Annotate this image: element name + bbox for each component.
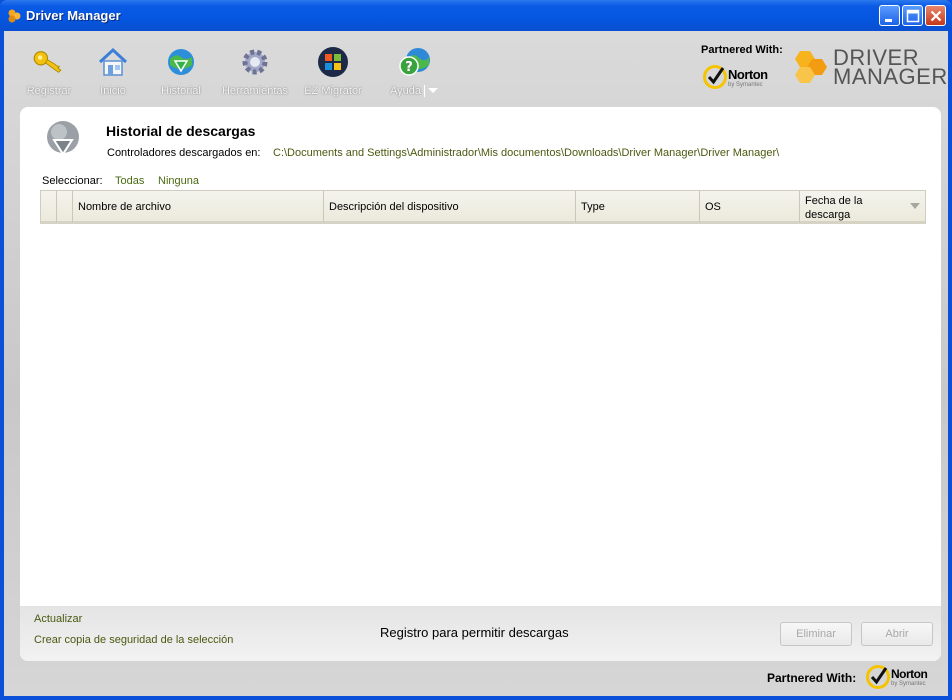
client-area: Registrar Inicio Historial Herramientas … (4, 31, 948, 696)
norton-logo: Norton by Symantec (703, 65, 768, 89)
norton-subtitle: by Symantec (728, 81, 763, 88)
window-title: Driver Manager (26, 8, 121, 23)
download-path-label: Controladores descargados en: (107, 147, 261, 159)
norton-wordmark: Norton (728, 66, 768, 82)
column-header-os[interactable]: OS (700, 191, 800, 222)
chevron-down-icon[interactable] (424, 85, 439, 98)
norton-wordmark: Norton (891, 667, 928, 681)
checkbox-column[interactable] (57, 191, 73, 222)
download-path-link[interactable]: C:\Documents and Settings\Administrador\… (273, 147, 779, 159)
toolbar-historial[interactable]: Historial (159, 45, 203, 97)
row-indicator-column (41, 191, 57, 222)
column-label: Fecha de la descarga (805, 195, 863, 221)
toolbar-herramientas[interactable]: Herramientas (220, 45, 290, 97)
close-icon (930, 10, 942, 22)
toolbar-inicio[interactable]: Inicio (96, 45, 130, 97)
column-label: Descripción del dispositivo (329, 201, 459, 213)
select-none-link[interactable]: Ninguna (158, 175, 199, 187)
bottom-partnered-with-label: Partnered With: (767, 671, 857, 685)
home-icon (98, 47, 128, 76)
driver-manager-logo-icon (8, 9, 21, 23)
toolbar-registrar[interactable]: Registrar (26, 45, 72, 97)
key-icon (33, 51, 62, 73)
toolbar-label: Registrar (26, 85, 72, 97)
partnered-with-label: Partnered With: (701, 44, 783, 56)
norton-subtitle: by Symantec (891, 681, 926, 687)
column-header-download-date[interactable]: Fecha de la descarga (800, 191, 925, 222)
select-all-link[interactable]: Todas (115, 175, 144, 187)
minimize-button[interactable] (879, 5, 900, 26)
history-globe-download-icon (47, 121, 79, 156)
backup-selection-link[interactable]: Crear copia de seguridad de la selección (34, 634, 233, 646)
history-download-icon (168, 49, 194, 75)
gear-icon (242, 49, 268, 75)
toolbar-label: Herramientas (221, 85, 289, 97)
column-header-type[interactable]: Type (576, 191, 700, 222)
product-name-line2: MANAGER (833, 64, 948, 89)
toolbar-label: Ayuda (388, 85, 440, 98)
driver-manager-hex-logo (795, 51, 827, 83)
norton-check-icon (866, 665, 890, 689)
maximize-icon (906, 9, 920, 23)
toolbar-ez-migrator[interactable]: EZ Migrator (304, 45, 362, 97)
action-bar: Actualizar Crear copia de seguridad de l… (20, 606, 941, 661)
title-bar[interactable]: Driver Manager (0, 0, 952, 31)
column-label: OS (705, 201, 721, 213)
product-logo-text: DRIVER MANAGER (833, 47, 948, 89)
bottom-norton-logo: Norton by Symantec (866, 665, 928, 689)
downloads-table-header: Nombre de archivo Descripción del dispos… (40, 190, 926, 224)
svg-text:?: ? (405, 60, 413, 75)
register-message: Registro para permitir descargas (380, 625, 569, 640)
delete-button[interactable]: Eliminar (780, 622, 852, 646)
toolbar-label-text: Ayuda (390, 85, 421, 97)
column-header-description[interactable]: Descripción del dispositivo (324, 191, 576, 222)
help-globe-icon: ? (399, 48, 430, 76)
minimize-icon (885, 19, 892, 22)
sort-descending-icon (910, 203, 920, 209)
open-button[interactable]: Abrir (861, 622, 933, 646)
maximize-button[interactable] (902, 5, 923, 26)
main-toolbar: Registrar Inicio Historial Herramientas … (4, 31, 948, 107)
column-header-filename[interactable]: Nombre de archivo (73, 191, 324, 222)
column-label: Type (581, 201, 605, 213)
refresh-link[interactable]: Actualizar (34, 613, 82, 625)
norton-check-icon (703, 65, 727, 89)
close-button[interactable] (925, 5, 946, 26)
download-history-panel: Historial de descargas Controladores des… (20, 107, 941, 661)
app-window: Driver Manager Registrar Inicio Historia… (0, 0, 952, 700)
column-label: Nombre de archivo (78, 201, 171, 213)
page-title: Historial de descargas (106, 123, 256, 139)
windows-logo-icon (318, 47, 348, 77)
toolbar-label: EZ Migrator (304, 85, 362, 97)
toolbar-ayuda[interactable]: ? Ayuda (388, 45, 440, 98)
toolbar-label: Historial (161, 85, 201, 97)
toolbar-label: Inicio (100, 85, 126, 97)
select-label: Seleccionar: (42, 175, 103, 187)
